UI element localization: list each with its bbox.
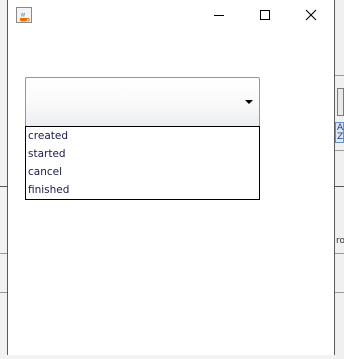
minimize-icon bbox=[214, 15, 224, 16]
chevron-down-icon[interactable] bbox=[245, 100, 253, 104]
background-panel-right bbox=[334, 0, 344, 359]
maximize-button[interactable] bbox=[242, 0, 288, 30]
background-divider bbox=[0, 292, 7, 293]
list-item-started[interactable]: started bbox=[26, 145, 259, 163]
close-icon bbox=[305, 9, 317, 21]
close-button[interactable] bbox=[288, 0, 334, 30]
combo-dropdown-list: created started cancel finished bbox=[25, 126, 260, 200]
background-divider bbox=[334, 75, 344, 76]
maximize-icon bbox=[260, 10, 270, 20]
list-item-created[interactable]: created bbox=[26, 127, 259, 145]
title-bar[interactable] bbox=[8, 0, 334, 30]
list-item-cancel[interactable]: cancel bbox=[26, 163, 259, 181]
minimize-button[interactable] bbox=[196, 0, 242, 30]
app-window: created started cancel finished bbox=[7, 0, 335, 355]
java-coffee-cup-icon[interactable] bbox=[16, 7, 32, 23]
background-divider bbox=[334, 253, 344, 254]
background-divider bbox=[334, 292, 344, 293]
background-divider bbox=[0, 253, 7, 254]
background-field bbox=[337, 88, 344, 116]
background-text-z: Z bbox=[337, 132, 344, 142]
background-divider bbox=[334, 150, 344, 151]
list-item-finished[interactable]: finished bbox=[26, 181, 259, 199]
background-button: A Z bbox=[335, 122, 344, 143]
status-combo-box[interactable] bbox=[25, 77, 260, 127]
background-divider bbox=[0, 186, 7, 187]
background-divider bbox=[334, 186, 344, 187]
background-text-ro: ro bbox=[336, 236, 344, 246]
